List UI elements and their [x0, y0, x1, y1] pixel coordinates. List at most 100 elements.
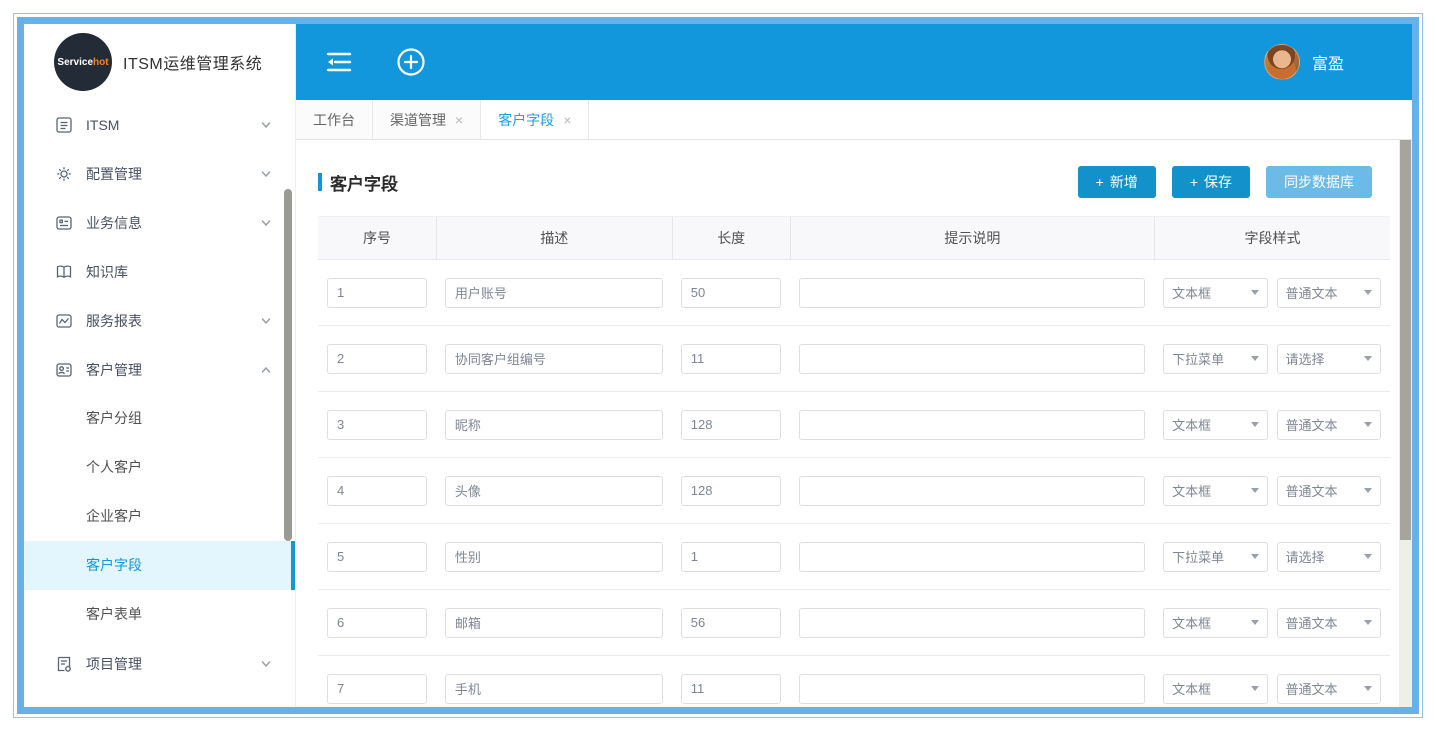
page-title-text: 客户字段 — [330, 170, 398, 195]
save-button[interactable]: +保存 — [1172, 166, 1250, 198]
sidebar-subitem-企业客户[interactable]: 企业客户 — [24, 492, 295, 541]
sidebar-item-客户管理[interactable]: 客户管理 — [24, 345, 295, 394]
table-row: 文本框普通文本 — [318, 392, 1390, 458]
field-style-select[interactable]: 文本框 — [1163, 674, 1267, 704]
table-row: 文本框 普通文本 — [318, 590, 1390, 656]
row-length-input[interactable] — [681, 608, 781, 638]
tab-工作台[interactable]: 工作台 — [296, 100, 373, 139]
field-style-select[interactable]: 文本框 — [1163, 410, 1267, 440]
select-value: 文本框 — [1172, 679, 1246, 698]
row-hint-input[interactable] — [799, 278, 1145, 308]
button-label: 新增 — [1110, 174, 1138, 190]
row-description-input[interactable] — [445, 344, 663, 374]
field-style-select[interactable]: 下拉菜单 — [1163, 344, 1267, 374]
row-description-input[interactable] — [445, 608, 663, 638]
window-frame-inner: Servicehot ITSM运维管理系统 ITSM配置管理业务信息知识库服务报… — [17, 17, 1419, 714]
close-tab-icon[interactable]: × — [455, 113, 463, 127]
logo-text-hot: hot — [93, 57, 109, 68]
row-length-input[interactable] — [681, 674, 781, 704]
text-type-select[interactable]: 请选择 — [1277, 542, 1381, 572]
field-style-select[interactable]: 文本框 — [1163, 608, 1267, 638]
sidebar-item-知识库[interactable]: 知识库 — [24, 247, 295, 296]
field-style-select[interactable]: 文本框 — [1163, 278, 1267, 308]
select-value: 文本框 — [1172, 613, 1246, 632]
user-name: 富盈 — [1312, 50, 1344, 74]
sidebar-item-业务信息[interactable]: 业务信息 — [24, 198, 295, 247]
row-number-input[interactable] — [327, 344, 427, 374]
add-tab-icon[interactable] — [396, 47, 426, 77]
row-description-input[interactable] — [445, 278, 663, 308]
sidebar-item-项目管理[interactable]: 项目管理 — [24, 639, 295, 688]
row-hint-input[interactable] — [799, 608, 1145, 638]
row-length-input[interactable] — [681, 278, 781, 308]
sidebar-scrollbar[interactable] — [284, 189, 292, 541]
sidebar-subitem-客户字段[interactable]: 客户字段 — [24, 541, 295, 590]
row-description-input[interactable] — [445, 542, 663, 572]
row-number-input[interactable] — [327, 608, 427, 638]
chevron-down-icon — [259, 118, 273, 132]
row-number-input[interactable] — [327, 674, 427, 704]
select-value: 文本框 — [1172, 481, 1246, 500]
row-number-input[interactable] — [327, 410, 427, 440]
row-length-input[interactable] — [681, 344, 781, 374]
row-hint-input[interactable] — [799, 674, 1145, 704]
close-tab-icon[interactable]: × — [563, 113, 571, 127]
row-length-input[interactable] — [681, 476, 781, 506]
main-scrollbar-thumb[interactable] — [1400, 140, 1411, 540]
page-content: 客户字段 +新增+保存同步数据库 序号描述长度提示说明字段样式 文本框普通文本下… — [296, 140, 1412, 707]
row-hint-input[interactable] — [799, 410, 1145, 440]
tab-渠道管理[interactable]: 渠道管理× — [373, 100, 481, 139]
row-hint-input[interactable] — [799, 542, 1145, 572]
sidebar: Servicehot ITSM运维管理系统 ITSM配置管理业务信息知识库服务报… — [24, 24, 296, 707]
row-length-input[interactable] — [681, 542, 781, 572]
column-header-字段样式: 字段样式 — [1154, 217, 1390, 259]
logo-text-service: Service — [57, 57, 93, 68]
text-type-select[interactable]: 普通文本 — [1277, 608, 1381, 638]
row-number-input[interactable] — [327, 542, 427, 572]
row-hint-input[interactable] — [799, 344, 1145, 374]
sidebar-item-ITSM[interactable]: ITSM — [24, 100, 295, 149]
content-header: 客户字段 +新增 +保存同步数据库 — [318, 166, 1390, 198]
caret-down-icon — [1251, 422, 1259, 427]
text-type-select[interactable]: 请选择 — [1277, 344, 1381, 374]
select-value: 普通文本 — [1286, 283, 1360, 302]
row-number-input[interactable] — [327, 476, 427, 506]
collapse-sidebar-icon[interactable] — [324, 49, 354, 75]
column-header-序号: 序号 — [318, 217, 436, 259]
caret-down-icon — [1364, 290, 1372, 295]
text-type-select[interactable]: 普通文本 — [1277, 476, 1381, 506]
chevron-up-icon — [259, 363, 273, 377]
user-menu[interactable]: 富盈 — [1264, 44, 1344, 80]
row-description-input[interactable] — [445, 674, 663, 704]
sidebar-item-服务报表[interactable]: 服务报表 — [24, 296, 295, 345]
tab-客户字段[interactable]: 客户字段× — [481, 100, 589, 139]
sync-database-button[interactable]: 同步数据库 — [1266, 166, 1372, 198]
fields-table: 序号描述长度提示说明字段样式 文本框普通文本下拉菜单请选择文本框普通文本文本框普… — [318, 216, 1390, 707]
text-type-select[interactable]: 普通文本 — [1277, 674, 1381, 704]
sidebar-subitem-客户表单[interactable]: 客户表单 — [24, 590, 295, 639]
text-type-select[interactable]: 普通文本 — [1277, 410, 1381, 440]
title-accent-bar — [318, 173, 322, 191]
sidebar-subitem-客户分组[interactable]: 客户分组 — [24, 394, 295, 443]
sidebar-subitem-个人客户[interactable]: 个人客户 — [24, 443, 295, 492]
table-row: 文本框 普通文本 — [318, 458, 1390, 524]
row-hint-input[interactable] — [799, 476, 1145, 506]
column-header-提示说明: 提示说明 — [790, 217, 1154, 259]
list-icon — [54, 115, 74, 135]
row-number-input[interactable] — [327, 278, 427, 308]
caret-down-icon — [1251, 554, 1259, 559]
sidebar-item-配置管理[interactable]: 配置管理 — [24, 149, 295, 198]
caret-down-icon — [1364, 356, 1372, 361]
action-buttons: +新增 +保存同步数据库 — [1078, 166, 1372, 198]
main-scrollbar[interactable] — [1399, 140, 1412, 707]
text-type-select[interactable]: 普通文本 — [1277, 278, 1381, 308]
row-description-input[interactable] — [445, 476, 663, 506]
add-button[interactable]: +新增 — [1078, 166, 1156, 198]
caret-down-icon — [1251, 686, 1259, 691]
select-value: 下拉菜单 — [1172, 349, 1246, 368]
field-style-select[interactable]: 下拉菜单 — [1163, 542, 1267, 572]
caret-down-icon — [1251, 488, 1259, 493]
row-description-input[interactable] — [445, 410, 663, 440]
field-style-select[interactable]: 文本框 — [1163, 476, 1267, 506]
row-length-input[interactable] — [681, 410, 781, 440]
